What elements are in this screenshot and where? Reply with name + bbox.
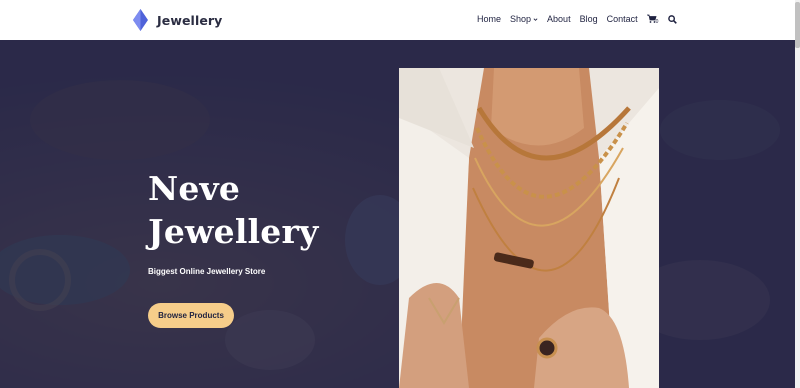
chevron-down-icon <box>533 17 538 21</box>
nav-home-label: Home <box>477 14 502 24</box>
nav-shop-label: Shop <box>510 14 532 24</box>
page-scrollbar[interactable] <box>795 0 800 388</box>
hero-subtitle: Biggest Online Jewellery Store <box>148 267 266 276</box>
nav-about-label: About <box>547 14 571 24</box>
hero-section: Neve Jewellery Biggest Online Jewellery … <box>0 40 800 388</box>
main-navigation: Home Shop About Blog Contact 0 <box>477 14 677 25</box>
nav-blog-label: Blog <box>579 14 598 24</box>
cart-count-badge: 0 <box>655 19 659 25</box>
hero-title: Neve Jewellery <box>148 169 319 251</box>
site-header: Jewellery Home Shop About Blog Contact 0 <box>0 0 800 40</box>
nav-contact-label: Contact <box>606 14 638 24</box>
site-title: Jewellery <box>157 12 223 28</box>
diamond-logo-icon <box>133 9 148 31</box>
scrollbar-thumb[interactable] <box>795 2 800 48</box>
nav-contact[interactable]: Contact <box>607 14 638 24</box>
search-icon[interactable] <box>667 14 677 24</box>
nav-home[interactable]: Home <box>477 14 501 24</box>
hero-jewellery-photo <box>399 68 659 388</box>
browse-products-button[interactable]: Browse Products <box>148 303 234 328</box>
nav-about[interactable]: About <box>547 14 571 24</box>
nav-shop[interactable]: Shop <box>510 14 538 24</box>
nav-blog[interactable]: Blog <box>580 14 598 24</box>
site-logo[interactable]: Jewellery <box>133 9 222 31</box>
cart-button[interactable]: 0 <box>646 14 659 25</box>
model-with-necklaces-image <box>399 68 659 388</box>
